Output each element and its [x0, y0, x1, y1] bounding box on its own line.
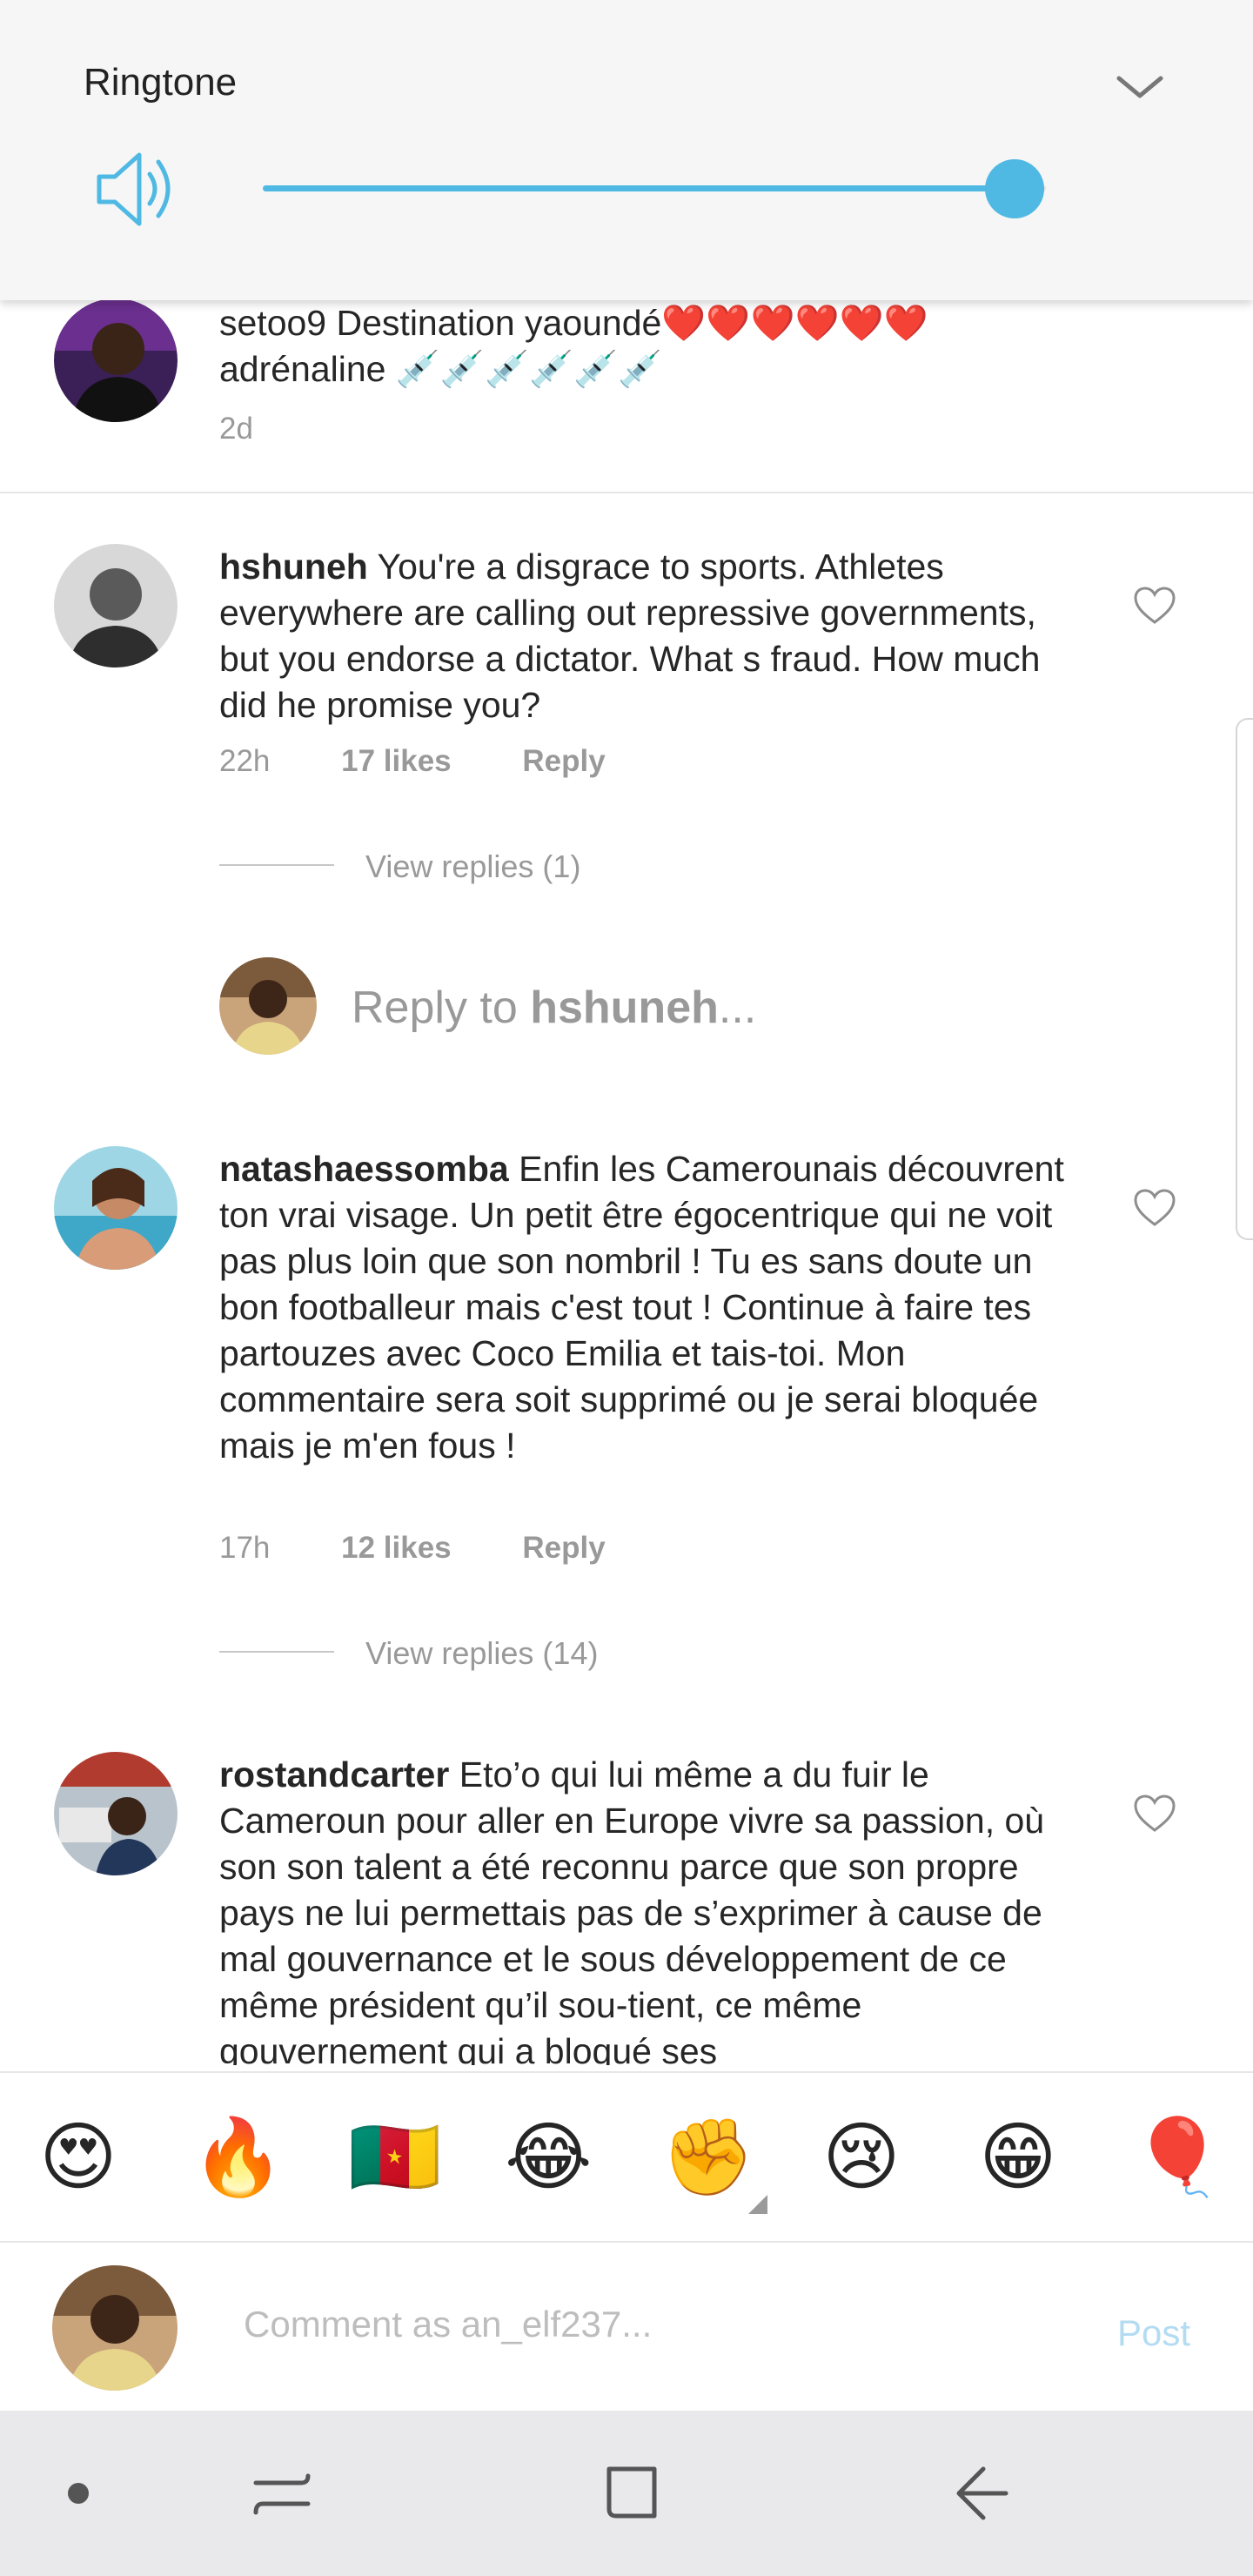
replies-line — [219, 864, 334, 866]
fire-emoji[interactable]: 🔥 — [191, 2114, 285, 2201]
avatar — [219, 957, 317, 1055]
comment-meta: 17h 12 likes Reply — [219, 1531, 668, 1566]
comment-body: Destination yaoundé❤️❤️❤️❤️❤️❤️adrénalin… — [219, 303, 928, 389]
reply-to-username: hshuneh — [530, 983, 719, 1033]
comment-meta: 2d — [219, 412, 316, 446]
avatar[interactable] — [54, 300, 178, 422]
avatar[interactable] — [54, 544, 178, 667]
replies-line — [219, 1651, 334, 1653]
comment-body: Eto’o qui lui même a du fuir le Cameroun… — [219, 1754, 1045, 2065]
volume-slider-fill — [263, 185, 1015, 191]
emoji-quick-bar: 😍 🔥 🇨🇲 😂 ✊ 😢 😁 🎈 — [0, 2071, 1253, 2241]
comment-text: hshuneh You're a disgrace to sports. Ath… — [219, 544, 1089, 728]
view-replies-label: View replies (1) — [365, 849, 581, 884]
comment-composer: Post — [0, 2241, 1253, 2411]
reply-to-prefix: Reply to — [352, 983, 531, 1033]
comment-time: 2d — [219, 412, 253, 446]
reply-to-label: Reply to hshuneh... — [352, 982, 756, 1034]
heart-outline-icon[interactable] — [1133, 1188, 1176, 1228]
avatar[interactable] — [54, 1752, 178, 1875]
back-icon[interactable] — [948, 2459, 1018, 2528]
view-replies-label: View replies (14) — [365, 1635, 599, 1671]
reply-button[interactable]: Reply — [522, 744, 605, 778]
comments-list[interactable]: setoo9 Destination yaoundé❤️❤️❤️❤️❤️❤️ad… — [0, 300, 1253, 2071]
heart-eyes-emoji[interactable]: 😍 — [35, 2114, 122, 2201]
heart-outline-icon[interactable] — [1133, 586, 1176, 626]
avatar — [52, 2265, 178, 2391]
comment-text: natashaessomba Enfin les Camerounais déc… — [219, 1146, 1089, 1469]
balloon-emoji[interactable]: 🎈 — [1131, 2114, 1224, 2201]
comment-likes[interactable]: 17 likes — [341, 744, 452, 778]
comment-input[interactable] — [244, 2304, 1027, 2345]
comment-meta: 22h 17 likes Reply — [219, 744, 668, 779]
heart-outline-icon[interactable] — [1133, 1794, 1176, 1834]
crying-emoji[interactable]: 😢 — [818, 2114, 905, 2201]
speaker-icon[interactable] — [94, 148, 181, 231]
volume-slider[interactable] — [263, 159, 1046, 218]
cameroon-flag-emoji[interactable]: 🇨🇲 — [348, 2114, 441, 2201]
volume-panel-title: Ringtone — [84, 61, 238, 104]
reply-button[interactable]: Reply — [522, 1531, 605, 1565]
instagram-comments-screen: Ringtone setoo9 Destination yaoundé❤️❤️❤… — [0, 0, 1253, 2576]
post-button[interactable]: Post — [1117, 2312, 1190, 2354]
dot-icon[interactable] — [44, 2459, 113, 2528]
home-icon[interactable] — [597, 2459, 667, 2528]
raised-fist-emoji[interactable]: ✊ — [661, 2114, 754, 2201]
comment-text: setoo9 Destination yaoundé❤️❤️❤️❤️❤️❤️ad… — [219, 300, 1089, 392]
comment-time: 22h — [219, 744, 271, 778]
volume-panel: Ringtone — [0, 0, 1253, 300]
comment-username[interactable]: hshuneh — [219, 547, 368, 587]
comment-body: Enfin les Camerounais découvrent ton vra… — [219, 1149, 1064, 1466]
comment-username[interactable]: rostandcarter — [219, 1754, 449, 1794]
grinning-emoji[interactable]: 😁 — [975, 2114, 1062, 2201]
avatar[interactable] — [54, 1146, 178, 1270]
comment-username[interactable]: setoo9 — [219, 303, 326, 343]
recents-icon[interactable] — [247, 2459, 317, 2528]
volume-slider-thumb[interactable] — [985, 159, 1044, 218]
comment-time: 17h — [219, 1531, 271, 1565]
comment-text: rostandcarter Eto’o qui lui même a du fu… — [219, 1752, 1089, 2065]
reply-to-suffix: ... — [718, 983, 757, 1033]
comment-likes[interactable]: 12 likes — [341, 1531, 452, 1565]
tears-of-joy-emoji[interactable]: 😂 — [505, 2114, 593, 2201]
scroll-indicator[interactable] — [1236, 718, 1253, 1240]
chevron-down-icon[interactable] — [1114, 70, 1166, 104]
system-nav-bar — [0, 2411, 1253, 2576]
divider — [0, 492, 1253, 493]
comment-username[interactable]: natashaessomba — [219, 1149, 509, 1189]
